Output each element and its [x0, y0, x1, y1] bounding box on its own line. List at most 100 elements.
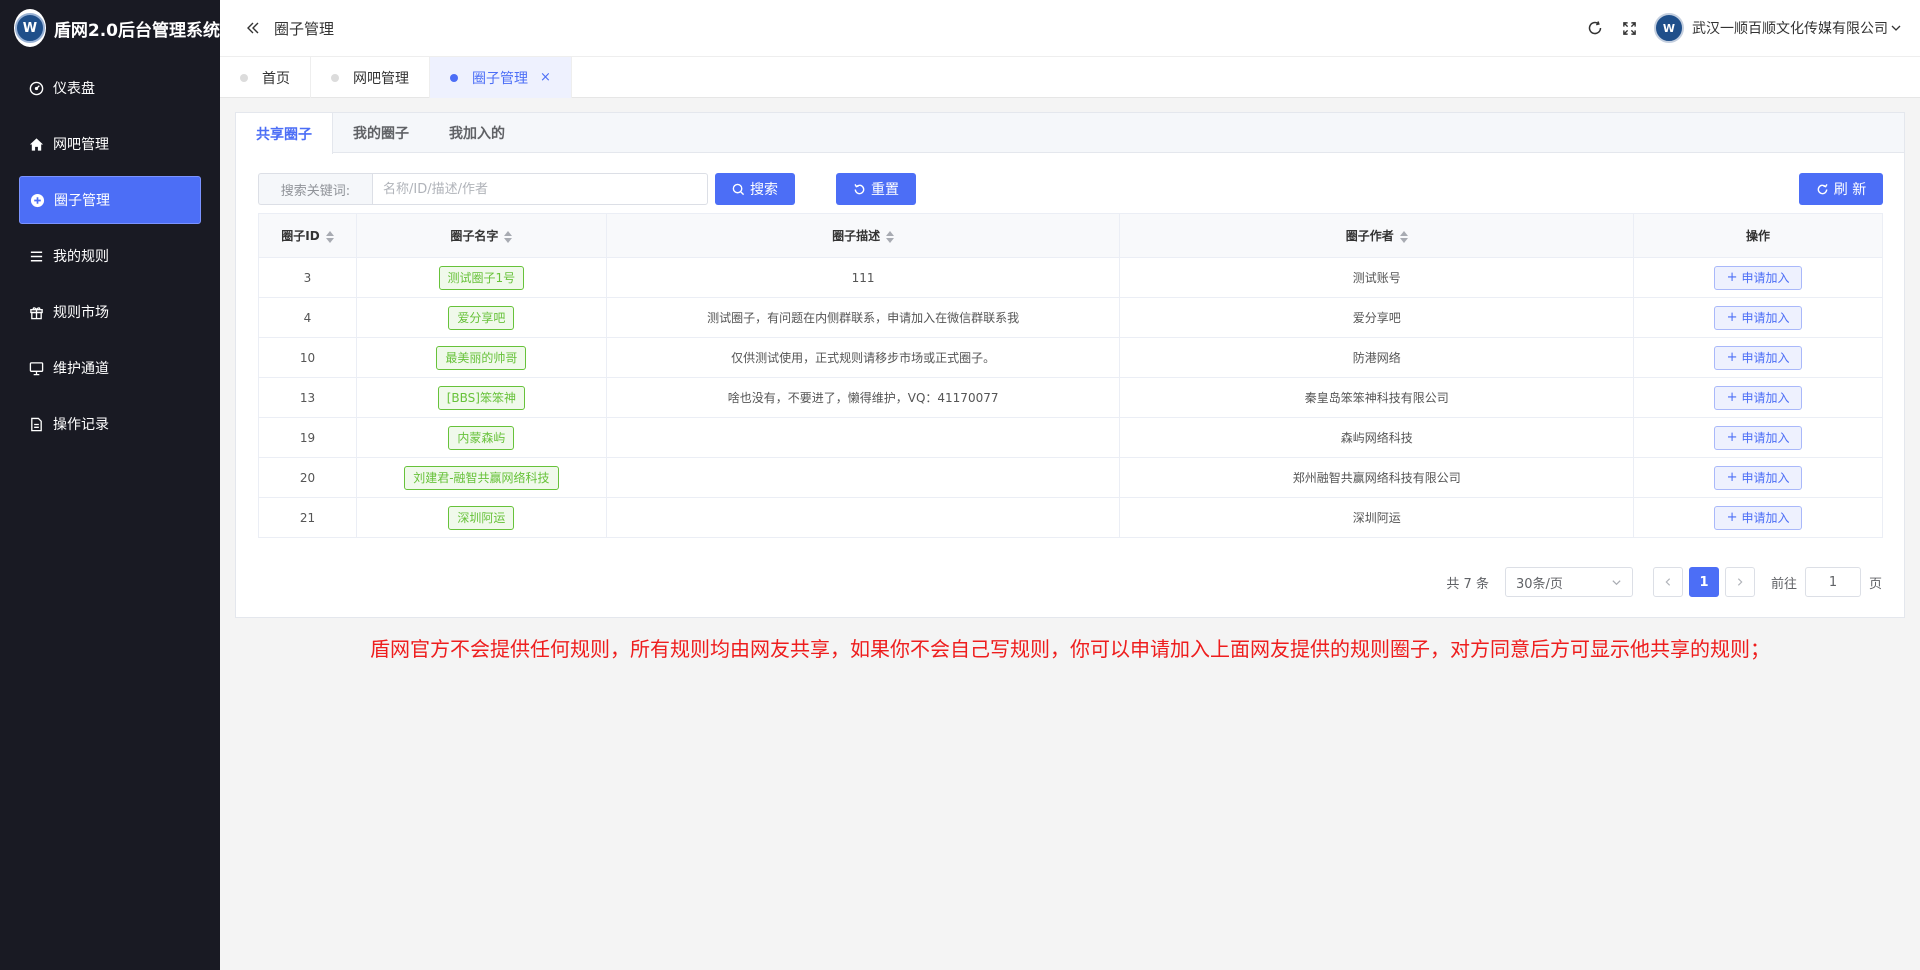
cell-action: + 申请加入	[1633, 497, 1883, 538]
apply-join-button[interactable]: + 申请加入	[1714, 345, 1803, 370]
cell-desc	[605, 457, 1121, 498]
next-page-button[interactable]	[1724, 567, 1755, 597]
cell-id: 13	[258, 377, 357, 418]
apply-join-button[interactable]: + 申请加入	[1714, 465, 1803, 490]
chevron-left-icon	[1665, 578, 1671, 586]
goto-page-input[interactable]	[1804, 567, 1861, 597]
goto-label: 前往	[1770, 576, 1797, 592]
apply-join-button[interactable]: + 申请加入	[1714, 385, 1803, 410]
tab-label: 首页	[262, 70, 290, 87]
plus-icon: +	[1726, 390, 1738, 405]
plus-icon: +	[1726, 510, 1738, 525]
search-input[interactable]	[372, 173, 708, 205]
page-tabs: 首页 网吧管理 圈子管理 ×	[220, 56, 1920, 98]
apply-join-button[interactable]: + 申请加入	[1714, 425, 1803, 450]
chevron-down-icon[interactable]	[1890, 22, 1902, 34]
pagination: 共 7 条 30条/页 1 前往 页	[1446, 566, 1882, 598]
company-name[interactable]: 武汉一顺百顺文化传媒有限公司	[1692, 18, 1888, 38]
page-size-select[interactable]: 30条/页	[1504, 567, 1633, 597]
circle-plus-icon	[29, 192, 45, 208]
apply-join-button[interactable]: + 申请加入	[1714, 265, 1803, 290]
document-icon	[28, 416, 44, 432]
page-suffix: 页	[1868, 576, 1882, 592]
avatar[interactable]: W	[1654, 13, 1684, 43]
col-header-name[interactable]: 圈子名字	[355, 213, 607, 258]
table-header-row: 圈子ID 圈子名字 圈子描述 圈子作者 操作	[258, 213, 1883, 258]
col-header-id[interactable]: 圈子ID	[258, 213, 357, 258]
sidebar-item-netbar[interactable]: 网吧管理	[19, 120, 201, 168]
cell-id: 4	[258, 297, 357, 338]
sidebar-menu: 仪表盘 网吧管理 圈子管理 我的规则 规则市场 维护通道 操作记录	[0, 64, 220, 448]
notice-text: 盾网官方不会提供任何规则，所有规则均由网友共享，如果你不会自己写规则，你可以申请…	[370, 637, 1770, 661]
sidebar-item-operation-log[interactable]: 操作记录	[19, 400, 201, 448]
collapse-sidebar-icon[interactable]	[244, 19, 262, 37]
cell-id: 19	[258, 417, 357, 458]
col-header-action: 操作	[1633, 213, 1883, 258]
sidebar-item-maintenance[interactable]: 维护通道	[19, 344, 201, 392]
reload-icon[interactable]	[1586, 19, 1604, 37]
pagination-total: 共 7 条	[1446, 576, 1489, 592]
circle-subtabs: 共享圈子 我的圈子 我加入的	[236, 113, 1904, 154]
cell-author: 测试账号	[1119, 257, 1635, 298]
cell-desc	[605, 497, 1121, 538]
tab-home[interactable]: 首页	[220, 57, 311, 98]
plus-icon: +	[1726, 430, 1738, 445]
tab-circles[interactable]: 圈子管理 ×	[430, 57, 572, 98]
refresh-button-label: 刷 新	[1833, 182, 1867, 198]
search-group: 搜索关键词:	[258, 173, 708, 205]
sidebar-item-label: 我的规则	[53, 249, 109, 265]
prev-page-button[interactable]	[1652, 567, 1683, 597]
sort-icon[interactable]	[325, 230, 334, 244]
sidebar-item-rule-market[interactable]: 规则市场	[19, 288, 201, 336]
chevron-down-icon	[1612, 579, 1621, 585]
cell-author: 防港网络	[1119, 337, 1635, 378]
tab-dot	[331, 73, 339, 82]
sort-icon[interactable]	[886, 230, 895, 244]
shield-logo-icon: W	[14, 9, 46, 47]
col-header-author[interactable]: 圈子作者	[1119, 213, 1635, 258]
gauge-icon	[28, 80, 44, 96]
tab-netbar[interactable]: 网吧管理	[311, 57, 430, 98]
subtab-shared-circles[interactable]: 共享圈子	[236, 113, 333, 154]
cell-name: 刘建君-融智共赢网络科技	[355, 457, 607, 498]
fullscreen-icon[interactable]	[1620, 19, 1638, 37]
sidebar-item-my-rules[interactable]: 我的规则	[19, 232, 201, 280]
subtab-my-circles[interactable]: 我的圈子	[333, 113, 429, 153]
apply-join-button[interactable]: + 申请加入	[1714, 305, 1803, 330]
cell-name: [BBS]笨笨神	[355, 377, 607, 418]
cell-desc	[605, 417, 1121, 458]
search-label: 搜索关键词:	[258, 173, 372, 205]
tab-dot	[240, 73, 248, 82]
app-title: 盾网2.0后台管理系统	[53, 20, 220, 41]
col-header-desc[interactable]: 圈子描述	[605, 213, 1121, 258]
list-icon	[28, 248, 44, 264]
cell-author: 郑州融智共赢网络科技有限公司	[1119, 457, 1635, 498]
cell-desc: 仅供测试使用，正式规则请移步市场或正式圈子。	[605, 337, 1121, 378]
page-number-button[interactable]: 1	[1688, 567, 1719, 597]
tab-dot	[450, 73, 458, 82]
refresh-button[interactable]: 刷 新	[1799, 173, 1883, 205]
apply-join-button[interactable]: + 申请加入	[1714, 505, 1803, 530]
subtab-joined-circles[interactable]: 我加入的	[429, 113, 525, 153]
cell-action: + 申请加入	[1633, 457, 1883, 498]
sidebar-item-label: 规则市场	[53, 305, 109, 321]
reset-button[interactable]: 重置	[836, 173, 916, 205]
plus-icon: +	[1726, 350, 1738, 365]
cell-name: 测试圈子1号	[355, 257, 607, 298]
table-row: 10 最美丽的帅哥 仅供测试使用，正式规则请移步市场或正式圈子。 防港网络 + 申…	[258, 337, 1883, 378]
sidebar-item-circles[interactable]: 圈子管理	[19, 176, 201, 224]
logo[interactable]: W 盾网2.0后台管理系统	[0, 0, 220, 56]
cell-name: 最美丽的帅哥	[355, 337, 607, 378]
cell-id: 20	[258, 457, 357, 498]
cell-name: 内蒙森屿	[355, 417, 607, 458]
sort-icon[interactable]	[1399, 230, 1408, 244]
name-tag: 最美丽的帅哥	[436, 345, 527, 370]
plus-icon: +	[1726, 310, 1738, 325]
cell-id: 21	[258, 497, 357, 538]
circles-table: 圈子ID 圈子名字 圈子描述 圈子作者 操作 3 测试圈子1号 111 测试账号…	[258, 213, 1883, 538]
sort-icon[interactable]	[504, 230, 513, 244]
top-header: 圈子管理 W 武汉一顺百顺文化传媒有限公司	[220, 0, 1920, 56]
close-icon[interactable]: ×	[540, 70, 551, 85]
search-button[interactable]: 搜索	[715, 173, 795, 205]
sidebar-item-dashboard[interactable]: 仪表盘	[19, 64, 201, 112]
